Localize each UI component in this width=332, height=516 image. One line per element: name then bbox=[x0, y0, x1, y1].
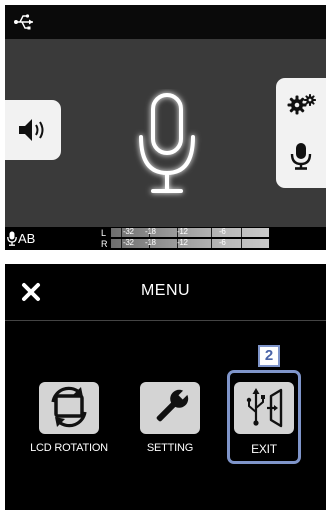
meter-tick: -12 bbox=[177, 227, 188, 236]
meter-tick: -6 bbox=[219, 227, 226, 236]
side-panel bbox=[276, 78, 326, 188]
menu-label-lcd-rotation: LCD ROTATION bbox=[30, 442, 108, 454]
screen-rotation-icon bbox=[51, 386, 87, 428]
volume-button[interactable] bbox=[5, 100, 61, 160]
level-meter-l: -32 -18 -12 -6 bbox=[111, 227, 269, 237]
menu-screen: MENU LCD ROTATION SETTING EXIT 2 bbox=[5, 264, 326, 510]
main-display bbox=[5, 39, 326, 227]
wrench-icon bbox=[156, 388, 190, 422]
channel-label-l: L bbox=[101, 228, 107, 238]
exit-highlight-frame bbox=[227, 370, 301, 464]
meter-tick: -18 bbox=[145, 227, 156, 236]
meter-tick: -12 bbox=[177, 238, 188, 247]
meter-tick: -32 bbox=[123, 227, 134, 236]
step-badge: 2 bbox=[258, 345, 280, 367]
manual-figure: AB L -32 -18 -12 -6 R -32 -18 -12 -6 MEN… bbox=[0, 0, 332, 516]
microphone-large-icon bbox=[139, 93, 195, 193]
level-meter-r: -32 -18 -12 -6 bbox=[111, 238, 269, 248]
usb-icon bbox=[14, 14, 33, 30]
recording-screen: AB L -32 -18 -12 -6 R -32 -18 -12 -6 bbox=[5, 5, 326, 250]
status-bar bbox=[5, 5, 326, 39]
microphone-icon bbox=[7, 231, 17, 246]
menu-label-setting: SETTING bbox=[146, 442, 194, 454]
menu-item-lcd-rotation[interactable] bbox=[39, 382, 99, 434]
input-indicator: AB bbox=[7, 230, 35, 248]
level-meter-bar: AB L -32 -18 -12 -6 R -32 -18 -12 -6 bbox=[5, 227, 326, 250]
microphone-icon[interactable] bbox=[290, 142, 312, 170]
meter-tick: -6 bbox=[219, 238, 226, 247]
menu-header: MENU bbox=[5, 264, 326, 321]
gear-icon[interactable] bbox=[287, 92, 317, 116]
setting-tile bbox=[140, 382, 200, 434]
meter-tick: -18 bbox=[145, 238, 156, 247]
page-title: MENU bbox=[140, 282, 191, 299]
lcd-rotation-tile bbox=[39, 382, 99, 434]
meter-tick: -32 bbox=[123, 238, 134, 247]
channel-label-r: R bbox=[101, 239, 108, 249]
speaker-volume-icon bbox=[19, 119, 44, 141]
menu-item-setting[interactable] bbox=[140, 382, 200, 434]
input-mode-label: AB bbox=[18, 231, 36, 246]
